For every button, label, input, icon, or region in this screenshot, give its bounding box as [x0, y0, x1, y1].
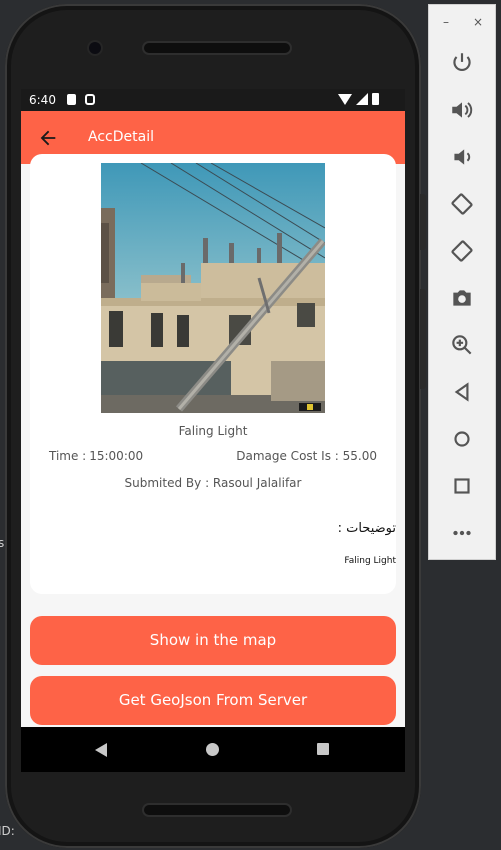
- battery-icon: [372, 93, 379, 105]
- time-label: Time :: [49, 449, 87, 463]
- accident-photo[interactable]: [101, 163, 325, 413]
- power-icon[interactable]: [449, 50, 475, 76]
- time-field: Time :15:00:00: [49, 449, 143, 463]
- photo-caption: Faling Light: [178, 424, 248, 438]
- volume-down-icon[interactable]: [449, 144, 475, 170]
- page-title: AccDetail: [88, 129, 154, 145]
- earpiece: [144, 43, 290, 53]
- rotate-right-icon[interactable]: [449, 238, 475, 264]
- status-bar: 6:40: [21, 89, 405, 111]
- photo-image: [101, 163, 325, 413]
- ide-fragment: s: [0, 536, 5, 550]
- description-text: Faling Light: [344, 556, 396, 566]
- volume-up-icon[interactable]: [449, 97, 475, 123]
- minimize-button[interactable]: –: [443, 15, 449, 29]
- sd-card-icon: [67, 94, 76, 105]
- nav-back-icon[interactable]: [95, 743, 107, 757]
- power-side-button: [420, 194, 426, 250]
- nav-recents-icon[interactable]: [317, 743, 329, 755]
- description-title: توضیحات :: [337, 521, 396, 536]
- back-icon[interactable]: [449, 379, 475, 405]
- show-in-map-button[interactable]: Show in the map: [30, 616, 396, 665]
- overview-icon[interactable]: [449, 473, 475, 499]
- emulator-toolbar: – ×: [428, 4, 496, 560]
- home-icon[interactable]: [449, 426, 475, 452]
- zoom-icon[interactable]: [449, 332, 475, 358]
- front-camera: [89, 42, 101, 54]
- camera-icon[interactable]: [449, 285, 475, 311]
- submitted-by: Submited By : Rasoul Jalalifar: [124, 476, 302, 490]
- close-button[interactable]: ×: [473, 15, 483, 29]
- nav-home-icon[interactable]: [206, 743, 219, 756]
- volume-side-button: [420, 289, 426, 389]
- bottom-speaker: [144, 805, 290, 815]
- damage-cost: Damage Cost Is : 55.00: [236, 449, 377, 463]
- sync-icon: [85, 94, 95, 105]
- navigation-bar: [21, 727, 405, 772]
- status-time: 6:40: [29, 93, 56, 107]
- phone-screen: 6:40 AccDetail Faling Light Time: 15:00…: [21, 89, 405, 772]
- back-arrow-icon[interactable]: [37, 127, 59, 149]
- wifi-icon: [338, 94, 352, 105]
- more-options-icon[interactable]: [449, 520, 475, 546]
- detail-scroll-area[interactable]: Faling Light Time :15:00:00 Damage Cost …: [21, 154, 405, 728]
- rotate-left-icon[interactable]: [449, 191, 475, 217]
- get-geojson-button[interactable]: Get GeoJson From Server: [30, 676, 396, 725]
- ide-fragment: ID:: [0, 824, 15, 838]
- accident-detail-card: Faling Light Time :15:00:00 Damage Cost …: [30, 154, 396, 594]
- time-value: 15:00:00: [89, 449, 144, 463]
- signal-icon: [356, 93, 368, 105]
